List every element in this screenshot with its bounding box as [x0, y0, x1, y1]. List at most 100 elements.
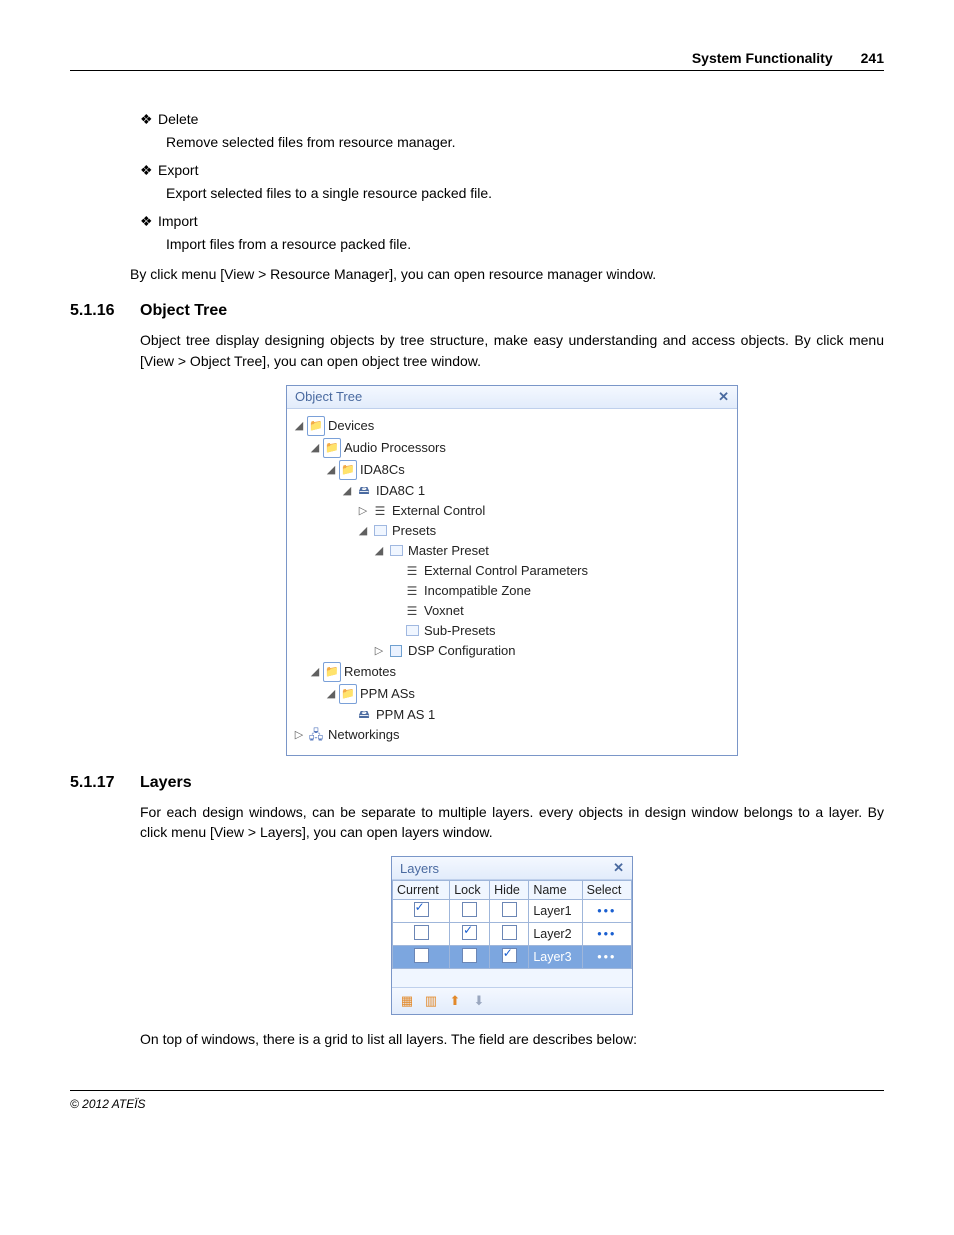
bullet-description: Export selected files to a single resour…: [166, 185, 884, 201]
tree-node-label: External Control Parameters: [424, 562, 588, 580]
layers-grid-note: On top of windows, there is a grid to li…: [140, 1029, 884, 1049]
tree-node[interactable]: ◢📁Audio Processors: [291, 437, 733, 459]
tree-node[interactable]: Sub-Presets: [291, 621, 733, 641]
bullet-item: ❖Delete: [140, 111, 884, 128]
expand-toggle-icon[interactable]: ▷: [291, 726, 307, 744]
tree-node-label: DSP Configuration: [408, 642, 515, 660]
bullet-item: ❖Import: [140, 213, 884, 230]
item-icon: ☰: [407, 562, 418, 580]
checkbox[interactable]: [502, 925, 517, 940]
module-icon: [390, 645, 402, 657]
tree-node-label: Sub-Presets: [424, 622, 496, 640]
tree-node[interactable]: ▷ DSP Configuration: [291, 641, 733, 661]
close-icon[interactable]: ✕: [718, 389, 729, 405]
folder-icon: 📁: [307, 416, 325, 436]
checkbox[interactable]: [414, 925, 429, 940]
preset-icon: [406, 625, 419, 636]
expand-toggle-icon[interactable]: ◢: [307, 663, 323, 681]
expand-toggle-icon[interactable]: ▷: [371, 642, 387, 660]
expand-toggle-icon[interactable]: ◢: [307, 439, 323, 457]
expand-toggle-icon[interactable]: ◢: [339, 482, 355, 500]
move-up-icon[interactable]: ⬆: [446, 992, 464, 1010]
delete-layer-icon[interactable]: ▥: [422, 992, 440, 1010]
checkbox[interactable]: [414, 902, 429, 917]
expand-toggle-icon[interactable]: ◢: [355, 522, 371, 540]
layer-row[interactable]: Layer1•••: [393, 900, 632, 923]
section-title: Object Tree: [140, 302, 227, 320]
expand-toggle-icon[interactable]: ▷: [355, 502, 371, 520]
expand-toggle-icon[interactable]: ◢: [371, 542, 387, 560]
tree-node[interactable]: ☰Incompatible Zone: [291, 581, 733, 601]
layers-column-header: Lock: [450, 881, 490, 900]
expand-toggle-icon[interactable]: ◢: [291, 417, 307, 435]
tree-node-label: IDA8C 1: [376, 482, 425, 500]
item-icon: ☰: [407, 602, 418, 620]
checkbox[interactable]: [462, 948, 477, 963]
tree-node[interactable]: 🖴PPM AS 1: [291, 705, 733, 725]
close-icon[interactable]: ✕: [613, 860, 624, 876]
page-header: System Functionality 241: [70, 50, 884, 71]
object-tree-description: Object tree display designing objects by…: [140, 330, 884, 371]
bullet-icon: ❖: [140, 111, 158, 128]
bullet-title: Import: [158, 213, 198, 230]
object-tree-panel-titlebar: Object Tree ✕: [287, 386, 737, 409]
preset-icon: [374, 525, 387, 536]
tree-node[interactable]: ☰ Voxnet: [291, 601, 733, 621]
layers-column-header: Hide: [490, 881, 529, 900]
layers-panel-title: Layers: [400, 861, 439, 876]
tree-node-label: PPM ASs: [360, 685, 415, 703]
layer-row[interactable]: Layer2•••: [393, 923, 632, 946]
layer-name-cell: Layer3: [529, 946, 582, 969]
layers-panel: Layers ✕ CurrentLockHideNameSelect Layer…: [391, 856, 633, 1015]
tree-node-label: PPM AS 1: [376, 706, 435, 724]
preset-icon: [390, 545, 403, 556]
tree-node[interactable]: ◢🖴 IDA8C 1: [291, 481, 733, 501]
tree-node[interactable]: ▷🖧Networkings: [291, 725, 733, 745]
item-icon: ☰: [407, 582, 418, 600]
object-tree-panel: Object Tree ✕ ◢📁Devices◢📁Audio Processor…: [286, 385, 738, 756]
layers-column-header: Name: [529, 881, 582, 900]
tree-node[interactable]: ◢ Master Preset: [291, 541, 733, 561]
bullet-title: Export: [158, 162, 198, 179]
checkbox[interactable]: [462, 925, 477, 940]
tree-node[interactable]: ☰ External Control Parameters: [291, 561, 733, 581]
header-section-title: System Functionality: [692, 50, 833, 66]
tree-node[interactable]: ◢Presets: [291, 521, 733, 541]
tree-node-label: Voxnet: [424, 602, 464, 620]
tree-node[interactable]: ◢📁PPM ASs: [291, 683, 733, 705]
layers-toolbar: ▦ ▥ ⬆ ⬇: [392, 987, 632, 1014]
bullet-title: Delete: [158, 111, 198, 128]
folder-icon: 📁: [339, 684, 357, 704]
add-layer-icon[interactable]: ▦: [398, 992, 416, 1010]
expand-toggle-icon[interactable]: ◢: [323, 461, 339, 479]
layer-select-button[interactable]: •••: [582, 946, 631, 969]
tree-node-label: Master Preset: [408, 542, 489, 560]
resource-manager-open-note: By click menu [View > Resource Manager],…: [130, 264, 884, 284]
checkbox[interactable]: [462, 902, 477, 917]
checkbox[interactable]: [414, 948, 429, 963]
section-number: 5.1.17: [70, 774, 140, 792]
checkbox[interactable]: [502, 902, 517, 917]
device-icon: 🖴: [358, 482, 369, 500]
move-down-icon[interactable]: ⬇: [470, 992, 488, 1010]
tree-node-label: Remotes: [344, 663, 396, 681]
layer-select-button[interactable]: •••: [582, 900, 631, 923]
object-tree-panel-title: Object Tree: [295, 389, 362, 404]
tree-node-label: Networkings: [328, 726, 400, 744]
tree-node[interactable]: ◢📁Remotes: [291, 661, 733, 683]
layer-select-button[interactable]: •••: [582, 923, 631, 946]
object-tree-body: ◢📁Devices◢📁Audio Processors◢📁IDA8Cs◢🖴IDA…: [287, 409, 737, 755]
folder-icon: 📁: [323, 662, 341, 682]
layers-description: For each design windows, can be separate…: [140, 802, 884, 843]
folder-icon: 📁: [323, 438, 341, 458]
tree-node[interactable]: ▷☰External Control: [291, 501, 733, 521]
folder-icon: 📁: [339, 460, 357, 480]
section-title: Layers: [140, 774, 192, 792]
tree-node[interactable]: ◢📁Devices: [291, 415, 733, 437]
layer-row[interactable]: Layer3•••: [393, 946, 632, 969]
expand-toggle-icon[interactable]: ◢: [323, 685, 339, 703]
checkbox[interactable]: [502, 948, 517, 963]
layer-name-cell: Layer2: [529, 923, 582, 946]
tree-node-label: External Control: [392, 502, 485, 520]
tree-node[interactable]: ◢📁IDA8Cs: [291, 459, 733, 481]
